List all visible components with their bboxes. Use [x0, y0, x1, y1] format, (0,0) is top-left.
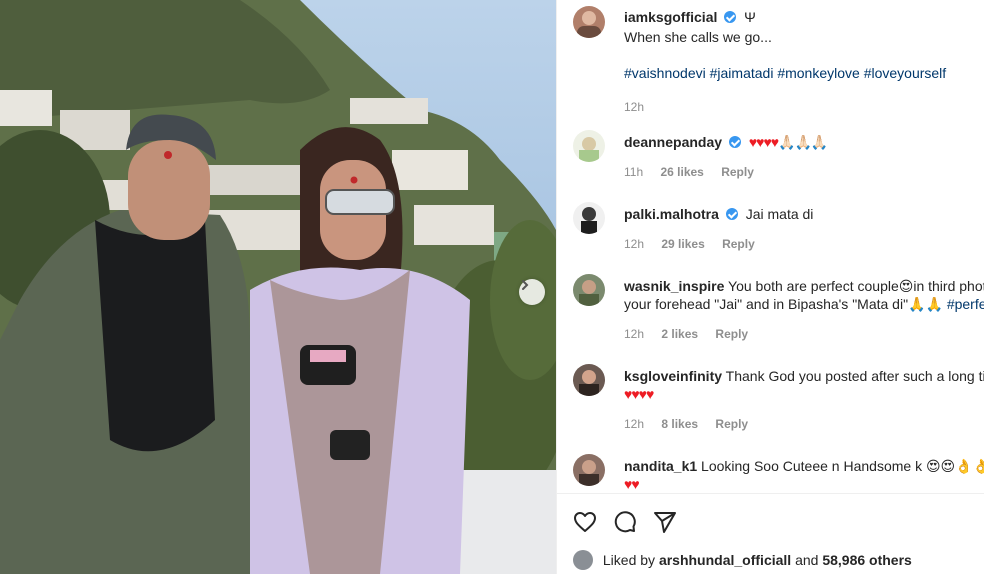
- avatar[interactable]: [573, 364, 605, 396]
- liked-by-user[interactable]: arshhundal_officiall: [659, 552, 791, 568]
- reply-button[interactable]: Reply: [722, 237, 755, 251]
- avatar-image: [579, 460, 599, 486]
- heart-icon[interactable]: [573, 510, 597, 534]
- liked-by-joiner: and: [795, 552, 819, 568]
- liked-by-count[interactable]: 58,986 others: [822, 552, 912, 568]
- comments-panel[interactable]: iamksgofficial Ψ When she calls we go...…: [556, 0, 984, 574]
- comment-username[interactable]: deannepanday: [624, 134, 722, 150]
- reply-button[interactable]: Reply: [721, 165, 754, 179]
- comment-text: Jai mata di: [745, 206, 814, 222]
- post-photo-scene: [0, 0, 556, 574]
- reply-button[interactable]: Reply: [715, 327, 748, 341]
- comment-username[interactable]: ksgloveinfinity: [624, 368, 722, 384]
- avatar[interactable]: [573, 6, 605, 38]
- chevron-right-icon: [522, 280, 529, 290]
- caption-hashtags[interactable]: #vaishnodevi #jaimatadi #monkeylove #lov…: [624, 64, 984, 82]
- author-username[interactable]: iamksgofficial: [624, 9, 717, 25]
- author-badge-symbol: Ψ: [744, 9, 756, 25]
- verified-badge-icon: [724, 11, 737, 23]
- comment-likes[interactable]: 26 likes: [660, 165, 703, 179]
- comment-text: ♥♥♥♥🙏🏻🙏🏻🙏🏻: [748, 134, 829, 150]
- next-photo-button[interactable]: [519, 279, 545, 305]
- comment-icon[interactable]: [613, 510, 637, 534]
- avatar-image: [577, 11, 601, 38]
- share-icon[interactable]: [653, 510, 677, 534]
- comment-likes[interactable]: 8 likes: [661, 417, 698, 431]
- comment-text-line2: your forehead "Jai" and in Bipasha's "Ma…: [624, 296, 947, 312]
- comment-username[interactable]: palki.malhotra: [624, 206, 719, 222]
- comment-likes[interactable]: 29 likes: [661, 237, 704, 251]
- verified-badge-icon: [728, 136, 741, 148]
- avatar[interactable]: [573, 274, 605, 306]
- comment-text-line1: You both are perfect couple😍in third pho…: [728, 278, 984, 294]
- avatar[interactable]: [573, 454, 605, 486]
- liked-by-prefix: Liked by: [602, 552, 656, 568]
- comment-hashtag[interactable]: #perfect: [947, 296, 984, 312]
- comment-time: 11h: [624, 165, 644, 179]
- comment-text-line2: ♥♥♥♥: [624, 386, 654, 402]
- comment-text-line1: Thank God you posted after such a long t…: [725, 368, 984, 384]
- comment-text-line1: Looking Soo Cuteee n Handsome k 😍😍👌👌👌: [701, 458, 984, 474]
- avatar[interactable]: [573, 202, 605, 234]
- comment-time: 12h: [624, 327, 645, 341]
- action-bar: Liked by arshhundal_officiall and 58,986…: [557, 493, 984, 574]
- post-time: 12h: [624, 100, 645, 114]
- comment-time: 12h: [624, 237, 645, 251]
- liked-by-summary: Liked by arshhundal_officiall and 58,986…: [573, 550, 912, 570]
- post-photo[interactable]: [0, 0, 556, 574]
- comment-username[interactable]: nandita_k1: [624, 458, 697, 474]
- avatar-image: [581, 207, 597, 234]
- reply-button[interactable]: Reply: [715, 417, 748, 431]
- avatar-image: [579, 137, 599, 162]
- comment-username[interactable]: wasnik_inspire: [624, 278, 724, 294]
- liked-by-avatar[interactable]: [573, 550, 593, 570]
- avatar-image: [579, 280, 599, 306]
- verified-badge-icon: [725, 208, 738, 220]
- caption-text: When she calls we go...: [624, 29, 772, 45]
- comment-text-line2: ♥♥: [624, 476, 640, 492]
- comment-likes[interactable]: 2 likes: [661, 327, 698, 341]
- avatar[interactable]: [573, 130, 605, 162]
- avatar-image: [579, 370, 599, 396]
- comment-time: 12h: [624, 417, 645, 431]
